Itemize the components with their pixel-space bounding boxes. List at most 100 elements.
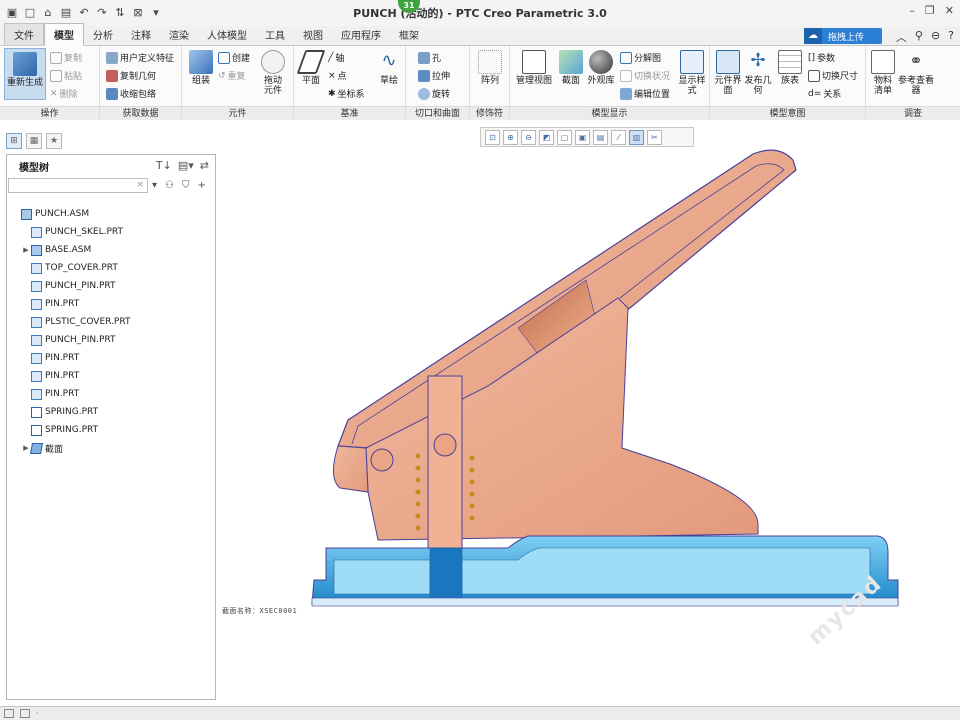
- zoom-in-icon[interactable]: ⊕: [503, 129, 518, 145]
- group-label-investigate[interactable]: 调查: [866, 106, 960, 120]
- sketch-button[interactable]: ∿ 草绘: [376, 50, 402, 86]
- section-button[interactable]: 截面: [558, 50, 584, 86]
- tab-model[interactable]: 模型: [44, 23, 84, 46]
- save-icon[interactable]: ▤: [58, 5, 74, 21]
- bill-of-materials-button[interactable]: 物料清单: [870, 50, 896, 96]
- group-label-get-data[interactable]: 获取数据: [100, 106, 181, 120]
- create-button[interactable]: 创建: [218, 51, 250, 64]
- pattern-button[interactable]: 阵列: [476, 50, 504, 86]
- assemble-button[interactable]: 组装: [186, 50, 216, 86]
- tree-node[interactable]: PUNCH_PIN.PRT: [11, 277, 211, 295]
- tab-file[interactable]: 文件: [4, 23, 44, 45]
- tab-analysis[interactable]: 分析: [84, 24, 122, 45]
- family-table-button[interactable]: 族表: [776, 50, 804, 86]
- extrude-button[interactable]: 拉伸: [418, 69, 450, 82]
- udf-button[interactable]: 用户定义特征: [106, 51, 174, 64]
- favorites-tab-icon[interactable]: ★: [46, 133, 62, 149]
- new-icon[interactable]: □: [22, 5, 38, 21]
- tree-filter-icon[interactable]: T↓: [156, 159, 172, 172]
- tree-node[interactable]: TOP_COVER.PRT: [11, 259, 211, 277]
- binoculars-icon[interactable]: ⚇: [165, 180, 174, 191]
- copy-geometry-button[interactable]: 复制几何: [106, 69, 156, 82]
- tree-node[interactable]: PIN.PRT: [11, 367, 211, 385]
- app-icon[interactable]: ▣: [4, 5, 20, 21]
- shrinkwrap-button[interactable]: 收缩包络: [106, 87, 156, 100]
- help-icon[interactable]: ?: [948, 29, 954, 45]
- tree-node[interactable]: PUNCH_PIN.PRT: [11, 331, 211, 349]
- hole-button[interactable]: 孔: [418, 51, 441, 64]
- folder-browser-tab-icon[interactable]: ▦: [26, 133, 42, 149]
- model-tree-tab-icon[interactable]: ⊞: [6, 133, 22, 149]
- refit-icon[interactable]: ⊡: [485, 129, 500, 145]
- group-label-component[interactable]: 元件: [182, 106, 293, 120]
- tab-view[interactable]: 视图: [294, 24, 332, 45]
- drag-components-button[interactable]: 拖动元件: [258, 50, 288, 96]
- group-label-datum[interactable]: 基准: [294, 106, 405, 120]
- tree-node[interactable]: PIN.PRT: [11, 385, 211, 403]
- customize-qat-icon[interactable]: ▾: [148, 5, 164, 21]
- status-message-icon[interactable]: [20, 709, 30, 718]
- tab-render[interactable]: 渲染: [160, 24, 198, 45]
- toggle-status-button[interactable]: 切换状况: [620, 69, 670, 82]
- parameters-button[interactable]: [] 参数: [808, 51, 835, 65]
- datum-display-icon[interactable]: ⁄: [611, 129, 626, 145]
- redo-icon[interactable]: ↷: [94, 5, 110, 21]
- tree-columns-icon[interactable]: ⇄: [200, 159, 209, 172]
- tab-framework[interactable]: 框架: [390, 24, 428, 45]
- minimize-icon[interactable]: –: [909, 4, 915, 17]
- point-button[interactable]: × 点: [328, 69, 347, 83]
- appearance-gallery-button[interactable]: 外观库: [586, 50, 616, 86]
- status-toggle-icon[interactable]: [4, 709, 14, 718]
- restore-icon[interactable]: ❐: [925, 4, 935, 17]
- tab-applications[interactable]: 应用程序: [332, 24, 390, 45]
- tree-node[interactable]: PIN.PRT: [11, 349, 211, 367]
- paste-button[interactable]: 粘贴: [50, 69, 82, 82]
- copy-button[interactable]: 复制: [50, 51, 82, 64]
- tree-node[interactable]: PUNCH_SKEL.PRT: [11, 223, 211, 241]
- component-interface-button[interactable]: 元件界面: [714, 50, 742, 96]
- switch-dimensions-button[interactable]: 切换尺寸: [808, 69, 858, 82]
- annotation-display-icon[interactable]: ▥: [629, 129, 644, 145]
- expand-arrow-icon[interactable]: ▶: [21, 246, 31, 254]
- delete-button[interactable]: ✕ 删除: [50, 87, 78, 101]
- relations-button[interactable]: d= 关系: [808, 87, 841, 101]
- repaint-icon[interactable]: ◩: [539, 129, 554, 145]
- exploded-view-button[interactable]: 分解图: [620, 51, 661, 64]
- publish-geometry-button[interactable]: ✢ 发布几何: [744, 50, 772, 96]
- group-label-model-intent[interactable]: 模型意图: [710, 106, 865, 120]
- tree-node[interactable]: SPRING.PRT: [11, 421, 211, 439]
- group-label-model-display[interactable]: 模型显示: [510, 106, 709, 120]
- group-label-operations[interactable]: 操作: [0, 106, 99, 120]
- tree-node[interactable]: SPRING.PRT: [11, 403, 211, 421]
- add-icon[interactable]: +: [198, 180, 206, 191]
- tree-node[interactable]: ▶ BASE.ASM: [11, 241, 211, 259]
- regenerate-icon[interactable]: ⇅: [112, 5, 128, 21]
- regenerate-button[interactable]: 重新生成: [4, 48, 46, 100]
- spin-center-icon[interactable]: ✂: [647, 129, 662, 145]
- upload-button[interactable]: ☁ 拖拽上传: [804, 28, 882, 44]
- filter-icon[interactable]: ⛉: [182, 180, 190, 191]
- collapse-ribbon-icon[interactable]: ︿: [896, 29, 907, 45]
- plane-button[interactable]: 平面: [296, 50, 326, 86]
- close-window-icon[interactable]: ⊠: [130, 5, 146, 21]
- tree-node[interactable]: PIN.PRT: [11, 295, 211, 313]
- tree-node[interactable]: PUNCH.ASM: [11, 205, 211, 223]
- revolve-button[interactable]: 旋转: [418, 87, 450, 100]
- tree-settings-icon[interactable]: ▤▾: [178, 159, 194, 172]
- clear-search-icon[interactable]: ×: [136, 180, 144, 190]
- view-manager-icon[interactable]: ▤: [593, 129, 608, 145]
- zoom-out-icon[interactable]: ⊖: [521, 129, 536, 145]
- undo-icon[interactable]: ↶: [76, 5, 92, 21]
- tree-search-input[interactable]: ×: [8, 177, 148, 193]
- group-label-cuts-surfaces[interactable]: 切口和曲面: [406, 106, 469, 120]
- tree-node[interactable]: ▶ 截面: [11, 439, 211, 457]
- csys-button[interactable]: ✱ 坐标系: [328, 87, 365, 101]
- tree-node[interactable]: PLSTIC_COVER.PRT: [11, 313, 211, 331]
- display-style-button[interactable]: 显示样式: [678, 50, 706, 96]
- tab-tools[interactable]: 工具: [256, 24, 294, 45]
- tab-annotate[interactable]: 注释: [122, 24, 160, 45]
- settings-icon[interactable]: ⊖: [931, 29, 940, 45]
- group-label-modifiers[interactable]: 修饰符: [470, 106, 509, 120]
- close-icon[interactable]: ✕: [945, 4, 954, 17]
- repeat-button[interactable]: ↺ 重复: [218, 69, 246, 83]
